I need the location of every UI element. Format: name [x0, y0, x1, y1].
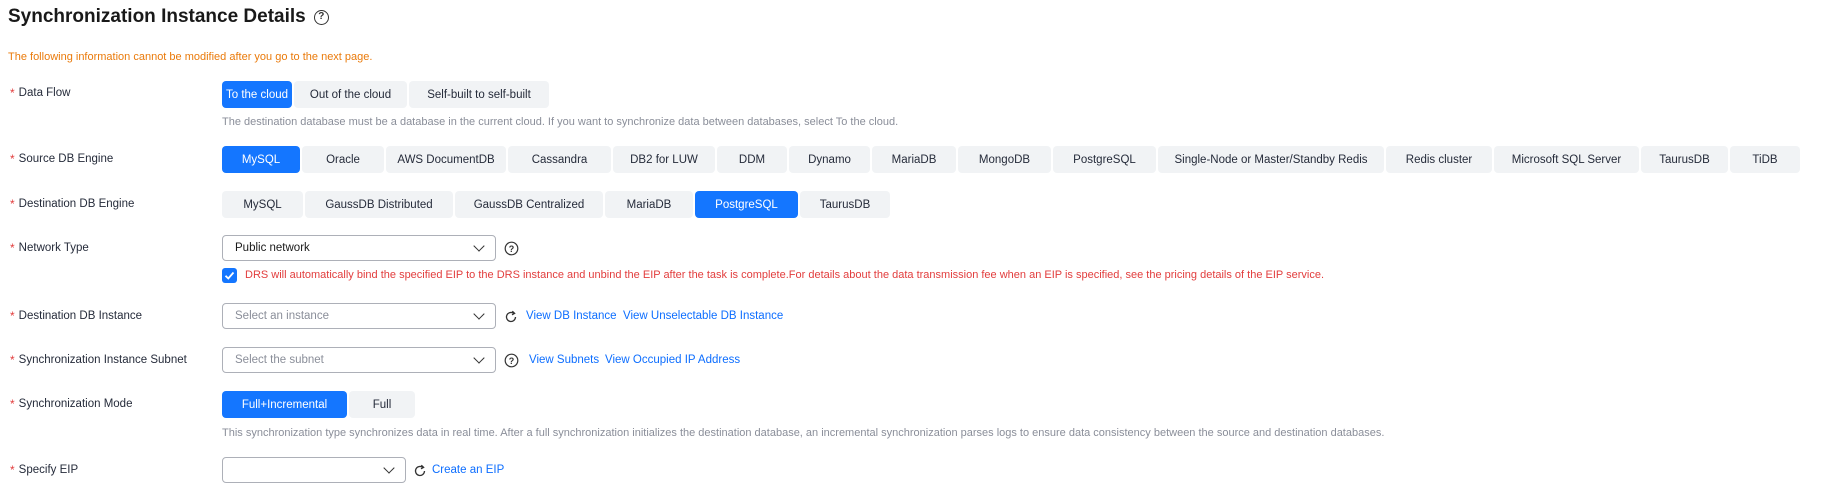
source-engine-option[interactable]: Microsoft SQL Server	[1494, 146, 1639, 173]
view-db-instance-link[interactable]: View DB Instance	[526, 310, 617, 322]
chevron-down-icon	[473, 308, 485, 320]
svg-text:?: ?	[509, 244, 515, 254]
source-engine-option[interactable]: Dynamo	[789, 146, 870, 173]
dest-instance-placeholder: Select an instance	[235, 310, 329, 322]
required-star: *	[10, 397, 15, 411]
eip-label: * Specify EIP	[10, 463, 79, 477]
create-eip-link[interactable]: Create an EIP	[432, 464, 504, 476]
source-engine-option[interactable]: MySQL	[222, 146, 300, 173]
data-flow-segment: To the cloud Out of the cloud Self-built…	[222, 81, 549, 108]
help-icon[interactable]: ?	[504, 241, 519, 256]
required-star: *	[10, 241, 15, 255]
source-engine-option[interactable]: Oracle	[302, 146, 384, 173]
required-star: *	[10, 152, 15, 166]
dest-engine-segment: MySQL GaussDB Distributed GaussDB Centra…	[222, 191, 890, 218]
source-engine-option[interactable]: DDM	[717, 146, 787, 173]
required-star: *	[10, 353, 15, 367]
source-engine-option[interactable]: MariaDB	[872, 146, 956, 173]
chevron-down-icon	[383, 462, 395, 474]
data-flow-label: * Data Flow	[10, 86, 71, 100]
required-star: *	[10, 197, 15, 211]
warning-text: The following information cannot be modi…	[8, 51, 373, 63]
sync-mode-segment: Full+Incremental Full	[222, 391, 415, 418]
network-type-value: Public network	[235, 242, 310, 254]
dest-engine-option[interactable]: GaussDB Distributed	[305, 191, 453, 218]
chevron-down-icon	[473, 240, 485, 252]
dest-engine-option[interactable]: MariaDB	[605, 191, 693, 218]
sync-mode-label: * Synchronization Mode	[10, 397, 133, 411]
required-star: *	[10, 86, 15, 100]
subnet-placeholder: Select the subnet	[235, 354, 324, 366]
subnet-select[interactable]: Select the subnet	[222, 347, 496, 373]
refresh-icon[interactable]	[504, 310, 518, 324]
source-engine-option[interactable]: Cassandra	[508, 146, 611, 173]
view-unselectable-instance-link[interactable]: View Unselectable DB Instance	[623, 310, 783, 322]
source-engine-option[interactable]: PostgreSQL	[1053, 146, 1156, 173]
data-flow-option-out-of-cloud[interactable]: Out of the cloud	[294, 81, 407, 108]
data-flow-option-to-cloud[interactable]: To the cloud	[222, 81, 292, 108]
eip-binding-checkbox[interactable]	[222, 268, 237, 283]
required-star: *	[10, 463, 15, 477]
view-subnets-link[interactable]: View Subnets	[529, 354, 599, 366]
page-title: Synchronization Instance Details ?	[8, 6, 329, 28]
sync-mode-option-full-incremental[interactable]: Full+Incremental	[222, 391, 347, 418]
source-engine-option[interactable]: AWS DocumentDB	[386, 146, 506, 173]
svg-text:?: ?	[509, 356, 515, 366]
source-engine-option[interactable]: Redis cluster	[1386, 146, 1492, 173]
data-flow-option-self-built[interactable]: Self-built to self-built	[409, 81, 549, 108]
source-engine-option[interactable]: Single-Node or Master/Standby Redis	[1158, 146, 1384, 173]
dest-engine-option[interactable]: GaussDB Centralized	[455, 191, 603, 218]
dest-engine-option[interactable]: MySQL	[222, 191, 303, 218]
dest-instance-label: * Destination DB Instance	[10, 309, 143, 323]
dest-engine-option[interactable]: PostgreSQL	[695, 191, 798, 218]
source-engine-option[interactable]: TiDB	[1730, 146, 1800, 173]
data-flow-hint: The destination database must be a datab…	[222, 116, 899, 128]
network-type-select[interactable]: Public network	[222, 235, 496, 261]
help-icon[interactable]: ?	[313, 9, 329, 25]
refresh-icon[interactable]	[413, 464, 427, 478]
source-engine-segment: MySQL Oracle AWS DocumentDB Cassandra DB…	[222, 146, 1800, 173]
required-star: *	[10, 309, 15, 323]
source-engine-option[interactable]: DB2 for LUW	[613, 146, 715, 173]
network-type-label: * Network Type	[10, 241, 89, 255]
eip-binding-note: DRS will automatically bind the specifie…	[245, 269, 1324, 281]
source-engine-option[interactable]: MongoDB	[958, 146, 1051, 173]
source-engine-label: * Source DB Engine	[10, 152, 114, 166]
view-occupied-ip-link[interactable]: View Occupied IP Address	[605, 354, 740, 366]
page-title-text: Synchronization Instance Details	[8, 6, 306, 27]
subnet-label: * Synchronization Instance Subnet	[10, 353, 187, 367]
dest-engine-label: * Destination DB Engine	[10, 197, 135, 211]
sync-mode-option-full[interactable]: Full	[349, 391, 415, 418]
chevron-down-icon	[473, 352, 485, 364]
dest-engine-option[interactable]: TaurusDB	[800, 191, 890, 218]
sync-mode-hint: This synchronization type synchronizes d…	[222, 427, 1385, 439]
help-icon[interactable]: ?	[504, 353, 519, 368]
checkmark-icon	[224, 271, 235, 280]
eip-select[interactable]	[222, 457, 406, 483]
dest-instance-select[interactable]: Select an instance	[222, 303, 496, 329]
source-engine-option[interactable]: TaurusDB	[1641, 146, 1728, 173]
